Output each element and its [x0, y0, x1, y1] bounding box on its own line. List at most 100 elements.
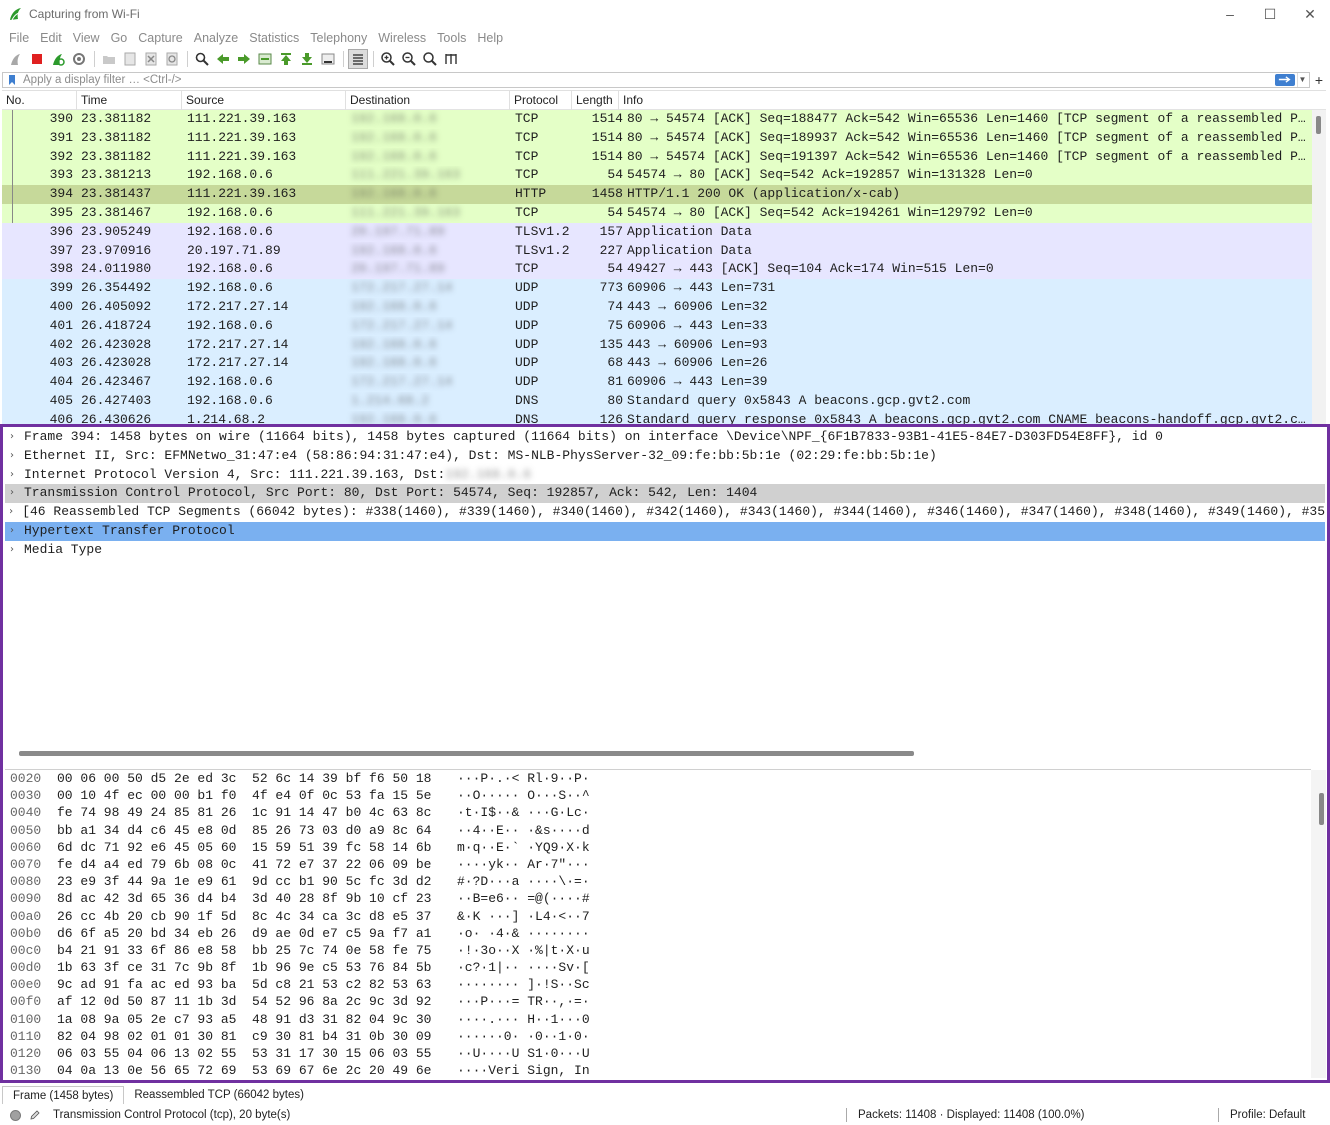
- save-file-button[interactable]: [120, 49, 140, 69]
- packet-row[interactable]: 390 23.381182 111.221.39.163 192.168.0.6 TCP…: [2, 110, 1326, 129]
- status-profile[interactable]: Profile: Default: [1230, 1109, 1305, 1121]
- close-file-button[interactable]: [141, 49, 161, 69]
- bytes-row[interactable]: 0110 82 04 98 02 01 01 30 81 c9 30 81 b4 …: [5, 1028, 1311, 1045]
- close-button[interactable]: ✕: [1290, 0, 1330, 28]
- bytes-row[interactable]: 00c0 b4 21 91 33 6f 86 e8 58 bb 25 7c 74 …: [5, 942, 1311, 959]
- details-horizontal-scrollbar[interactable]: [19, 751, 914, 756]
- detail-tree-item[interactable]: › Media Type: [5, 541, 1325, 560]
- menu-view[interactable]: View: [68, 31, 105, 45]
- chevron-right-icon[interactable]: ›: [5, 466, 19, 485]
- go-forward-button[interactable]: [234, 49, 254, 69]
- bytes-row[interactable]: 0090 8d ac 42 3d 65 36 d4 b4 3d 40 28 8f …: [5, 890, 1311, 907]
- packet-row[interactable]: 406 26.430626 1.214.68.2 192.168.0.6 DNS 126 S…: [2, 410, 1326, 424]
- bytes-row[interactable]: 0080 23 e9 3f 44 9a 1e e9 61 9d cc b1 90 …: [5, 873, 1311, 890]
- chevron-right-icon[interactable]: ›: [5, 541, 19, 560]
- normal-size-button[interactable]: [420, 49, 440, 69]
- menu-capture[interactable]: Capture: [133, 31, 187, 45]
- column-info[interactable]: Info: [619, 91, 1326, 110]
- detail-tree-item[interactable]: › [46 Reassembled TCP Segments (66042 byt…: [5, 503, 1325, 522]
- menu-tools[interactable]: Tools: [432, 31, 471, 45]
- detail-tree-item[interactable]: › Ethernet II, Src: EFMNetwo_31:47:e4 (58…: [5, 447, 1325, 466]
- column-length[interactable]: Length: [572, 91, 619, 110]
- chevron-right-icon[interactable]: ›: [5, 484, 19, 503]
- colorize-button[interactable]: [348, 49, 368, 69]
- packet-row[interactable]: 395 23.381467 192.168.0.6 111.221.39.163 TCP…: [2, 203, 1326, 223]
- menu-wireless[interactable]: Wireless: [373, 31, 431, 45]
- zoom-out-button[interactable]: [399, 49, 419, 69]
- packet-row[interactable]: 393 23.381213 192.168.0.6 111.221.39.163 TCP…: [2, 166, 1326, 186]
- bytes-row[interactable]: 00d0 1b 63 3f ce 31 7c 9b 8f 1b 96 9e c5 …: [5, 959, 1311, 976]
- reload-file-button[interactable]: [162, 49, 182, 69]
- packet-row[interactable]: 400 26.405092 172.217.27.14 192.168.0.6 UDP 7…: [2, 297, 1326, 317]
- menu-help[interactable]: Help: [472, 31, 508, 45]
- display-filter-input[interactable]: [19, 72, 1275, 87]
- expert-info-led-icon[interactable]: [10, 1109, 21, 1121]
- minimize-button[interactable]: –: [1210, 0, 1250, 28]
- go-to-packet-button[interactable]: [255, 49, 275, 69]
- bytes-row[interactable]: 00f0 af 12 0d 50 87 11 1b 3d 54 52 96 8a …: [5, 993, 1311, 1010]
- bytes-row[interactable]: 0040 fe 74 98 49 24 85 81 26 1c 91 14 47 …: [5, 804, 1311, 821]
- chevron-right-icon[interactable]: ›: [5, 428, 19, 447]
- column-no[interactable]: No.: [2, 91, 77, 110]
- bytes-row[interactable]: 0120 06 03 55 04 06 13 02 55 53 31 17 30 …: [5, 1045, 1311, 1062]
- packet-row[interactable]: 398 24.011980 192.168.0.6 20.197.71.89 TCP 54…: [2, 260, 1326, 280]
- capture-options-button[interactable]: [69, 49, 89, 69]
- find-packet-button[interactable]: [192, 49, 212, 69]
- menu-go[interactable]: Go: [106, 31, 133, 45]
- tab-frame[interactable]: Frame (1458 bytes): [2, 1086, 125, 1104]
- bytes-row[interactable]: 0060 6d dc 71 92 e6 45 05 60 15 59 51 39 …: [5, 839, 1311, 856]
- edit-comment-icon[interactable]: [29, 1109, 41, 1121]
- open-file-button[interactable]: [99, 49, 119, 69]
- packet-row[interactable]: 396 23.905249 192.168.0.6 20.197.71.89 TLSv1…: [2, 222, 1326, 242]
- menu-telephony[interactable]: Telephony: [305, 31, 372, 45]
- detail-tree-item[interactable]: › Internet Protocol Version 4, Src: 111.2…: [5, 466, 1325, 485]
- zoom-in-button[interactable]: [378, 49, 398, 69]
- packet-row[interactable]: 404 26.423467 192.168.0.6 172.217.27.14 UDP 8…: [2, 373, 1326, 392]
- bytes-row[interactable]: 00b0 d6 6f a5 20 bd 34 eb 26 d9 ae 0d e7 …: [5, 925, 1311, 942]
- packet-row[interactable]: 397 23.970916 20.197.71.89 192.168.0.6 TLSv1…: [2, 241, 1326, 261]
- bytes-row[interactable]: 0070 fe d4 a4 ed 79 6b 08 0c 41 72 e7 37 …: [5, 856, 1311, 873]
- bytes-scrollbar-thumb[interactable]: [1319, 793, 1324, 825]
- chevron-right-icon[interactable]: ›: [5, 447, 19, 466]
- resize-columns-button[interactable]: [441, 49, 461, 69]
- apply-filter-button[interactable]: [1275, 73, 1295, 86]
- menu-edit[interactable]: Edit: [35, 31, 67, 45]
- packet-row[interactable]: 403 26.423028 172.217.27.14 192.168.0.6 UDP 6…: [2, 354, 1326, 374]
- packet-row[interactable]: 401 26.418724 192.168.0.6 172.217.27.14 UDP 7…: [2, 316, 1326, 336]
- detail-tree-item[interactable]: › Frame 394: 1458 bytes on wire (11664 bi…: [5, 428, 1325, 447]
- column-source[interactable]: Source: [182, 91, 346, 110]
- filter-history-dropdown[interactable]: ▼: [1297, 72, 1307, 87]
- bytes-row[interactable]: 0130 04 0a 13 0e 56 65 72 69 53 69 67 6e …: [5, 1062, 1311, 1079]
- bytes-row[interactable]: 0050 bb a1 34 d4 c6 45 e8 0d 85 26 73 03 …: [5, 822, 1311, 839]
- add-filter-button[interactable]: +: [1310, 72, 1328, 88]
- bytes-row[interactable]: 00a0 26 cc 4b 20 cb 90 1f 5d 8c 4c 34 ca …: [5, 908, 1311, 925]
- restart-capture-button[interactable]: [48, 49, 68, 69]
- packet-row[interactable]: 402 26.423028 172.217.27.14 192.168.0.6 UDP 1…: [2, 335, 1326, 355]
- chevron-right-icon[interactable]: ›: [5, 503, 17, 522]
- packet-row[interactable]: 391 23.381182 111.221.39.163 192.168.0.6 TCP…: [2, 128, 1326, 148]
- go-back-button[interactable]: [213, 49, 233, 69]
- menu-statistics[interactable]: Statistics: [244, 31, 304, 45]
- bookmark-icon[interactable]: [5, 73, 19, 87]
- menu-analyze[interactable]: Analyze: [189, 31, 243, 45]
- autoscroll-button[interactable]: [318, 49, 338, 69]
- detail-tree-item[interactable]: › Hypertext Transfer Protocol: [5, 521, 1325, 541]
- detail-tree-item[interactable]: › Transmission Control Protocol, Src Port…: [5, 484, 1325, 504]
- bytes-row[interactable]: 0030 00 10 4f ec 00 00 b1 f0 4f e4 0f 0c …: [5, 787, 1311, 804]
- bytes-row[interactable]: 00e0 9c ad 91 fa ac ed 93 ba 5d c8 21 53 …: [5, 976, 1311, 993]
- menu-file[interactable]: File: [4, 31, 34, 45]
- scrollbar-thumb[interactable]: [1316, 116, 1321, 134]
- bytes-row[interactable]: 0020 00 06 00 50 d5 2e ed 3c 52 6c 14 39 …: [5, 770, 1311, 787]
- stop-capture-button[interactable]: [27, 49, 47, 69]
- chevron-right-icon[interactable]: ›: [5, 522, 19, 541]
- tab-reassembled-tcp[interactable]: Reassembled TCP (66042 bytes): [124, 1086, 314, 1104]
- packet-row[interactable]: 392 23.381182 111.221.39.163 192.168.0.6 TCP…: [2, 147, 1326, 167]
- maximize-button[interactable]: ☐: [1250, 0, 1290, 28]
- first-packet-button[interactable]: [276, 49, 296, 69]
- column-destination[interactable]: Destination: [346, 91, 510, 110]
- packet-row[interactable]: 394 23.381437 111.221.39.163 192.168.0.6 HTT…: [2, 185, 1326, 204]
- packet-row[interactable]: 399 26.354492 192.168.0.6 172.217.27.14 UDP 7…: [2, 279, 1326, 298]
- last-packet-button[interactable]: [297, 49, 317, 69]
- column-time[interactable]: Time: [77, 91, 182, 110]
- packet-list-scrollbar[interactable]: [1312, 110, 1326, 424]
